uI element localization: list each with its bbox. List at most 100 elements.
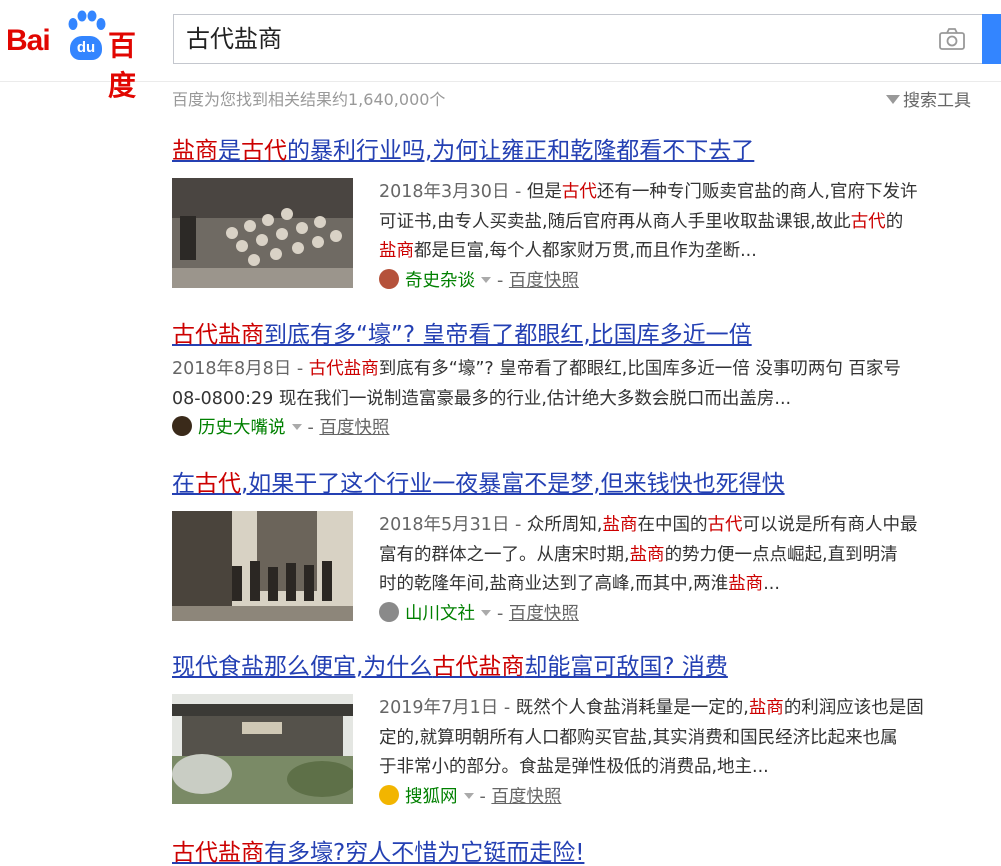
result-title-link[interactable]: 古代盐商到底有多“壕”? 皇帝看了都眼红,比国库多近一倍	[172, 320, 972, 350]
text-segment: 定的,就算明朝所有人口都购买官盐,其实消费和国民经济比起来也属	[379, 727, 898, 748]
text-segment: 有多壕?穷人不惜为它铤而走险!	[264, 840, 585, 866]
highlight-keyword: 古代盐商	[172, 322, 264, 348]
result-date: 2019年7月1日 -	[379, 698, 516, 718]
highlight-keyword: 古代	[850, 211, 886, 232]
highlight-keyword: 古代	[707, 515, 743, 535]
snippet-line: 2018年8月8日 - 古代盐商到底有多“壕”? 皇帝看了都眼红,比国库多近一倍…	[172, 355, 972, 385]
highlight-keyword: 古代	[195, 471, 241, 497]
text-segment: 在	[172, 471, 195, 497]
text-segment: 时的乾隆年间,盐商业达到了高峰,而其中,两淮	[379, 574, 729, 594]
logo-bai-text: Bai	[6, 24, 51, 57]
result-date: 2018年5月31日 -	[379, 515, 527, 535]
text-segment: 还有一种专门贩卖官盐的商人,官府下发许	[596, 182, 918, 202]
snippet-line: 时的乾隆年间,盐商业达到了高峰,而其中,两淮盐商...	[379, 570, 972, 600]
result-thumbnail[interactable]	[172, 694, 353, 804]
result-body: 2018年5月31日 - 众所周知,盐商在中国的古代可以说是所有商人中最 富有的群…	[172, 511, 972, 628]
text-segment: 但是	[526, 182, 562, 202]
result-source: 历史大嘴说 - 百度快照	[172, 414, 972, 442]
text-segment: 众所周知,	[526, 515, 603, 535]
snippet-line: 2018年5月31日 - 众所周知,盐商在中国的古代可以说是所有商人中最	[379, 511, 972, 541]
result-item: 古代盐商到底有多“壕”? 皇帝看了都眼红,比国库多近一倍 2018年8月8日 -…	[172, 320, 972, 442]
text-segment: ,如果干了这个行业一夜暴富不是梦,但来钱快也死得快	[241, 471, 785, 497]
site-favicon-icon	[379, 268, 399, 289]
result-thumbnail[interactable]	[172, 178, 353, 288]
baidu-logo[interactable]: Bai du 百度	[6, 10, 162, 102]
chevron-down-icon[interactable]	[291, 424, 302, 430]
snippet-line: 2019年7月1日 - 既然个人食盐消耗量是一定的,盐商的利润应该也是固	[379, 694, 972, 724]
snippet-line: 盐商都是巨富,每个人都家财万贯,而且作为垄断...	[379, 237, 972, 267]
result-thumbnail[interactable]	[172, 511, 353, 621]
site-favicon-icon	[379, 601, 399, 622]
result-snippet: 2019年7月1日 - 既然个人食盐消耗量是一定的,盐商的利润应该也是固定的,就…	[379, 694, 972, 783]
highlight-keyword: 盐商	[602, 515, 638, 535]
text-segment: 的暴利行业吗,为何让雍正和乾隆都看不下去了	[287, 138, 755, 164]
result-title-link[interactable]: 在古代,如果干了这个行业一夜暴富不是梦,但来钱快也死得快	[172, 469, 972, 499]
highlight-keyword: 盐商	[629, 544, 665, 565]
text-segment: 的利润应该也是固	[783, 698, 924, 718]
result-title-link[interactable]: 古代盐商有多壕?穷人不惜为它铤而走险!	[172, 838, 972, 866]
result-count: 百度为您找到相关结果约1,640,000个	[172, 90, 446, 109]
source-site[interactable]: 山川文社	[405, 604, 475, 624]
funnel-icon	[886, 95, 900, 104]
highlight-keyword: 古代	[561, 182, 597, 202]
result-date: 2018年3月30日 -	[379, 182, 527, 202]
search-box	[173, 14, 982, 64]
result-snippet: 2018年5月31日 - 众所周知,盐商在中国的古代可以说是所有商人中最 富有的群…	[379, 511, 972, 600]
text-segment: 是	[218, 138, 241, 164]
text-segment: 可以说是所有商人中最	[742, 515, 918, 535]
highlight-keyword: 盐商	[172, 138, 218, 164]
result-snippet: 2018年3月30日 - 但是古代还有一种专门贩卖官盐的商人,官府下发许 可证书,…	[379, 178, 972, 267]
highlight-keyword: 盐商	[379, 241, 414, 261]
snippet-line: 于非常小的部分。食盐是弹性极低的消费品,地主...	[379, 753, 972, 783]
source-site[interactable]: 搜狐网	[405, 787, 458, 807]
chevron-down-icon[interactable]	[481, 276, 491, 283]
text-segment: 都是巨富,每个人都家财万贯,而且作为垄断...	[414, 241, 757, 261]
text-segment: 到底有多“壕”? 皇帝看了都眼红,比国库多近一倍	[264, 322, 752, 348]
result-source: 山川文社 - 百度快照	[379, 600, 972, 628]
highlight-keyword: 古代	[241, 138, 287, 164]
cache-link[interactable]: 百度快照	[509, 271, 579, 291]
result-source: 搜狐网 - 百度快照	[379, 783, 972, 811]
text-segment: 于非常小的部分。食盐是弹性极低的消费品,地主...	[379, 757, 769, 777]
result-body: 2019年7月1日 - 既然个人食盐消耗量是一定的,盐商的利润应该也是固定的,就…	[172, 694, 972, 811]
highlight-keyword: 盐商	[748, 698, 784, 718]
camera-icon[interactable]	[938, 27, 966, 51]
text-segment: 在中国的	[637, 515, 708, 535]
chevron-down-icon[interactable]	[481, 609, 491, 616]
source-site[interactable]: 奇史杂谈	[405, 271, 475, 291]
text-segment: 可证书,由专人买卖盐,随后官府再从商人手里收取盐课银,故此	[379, 211, 851, 232]
result-item: 盐商是古代的暴利行业吗,为何让雍正和乾隆都看不下去了 2018年3月30日 - …	[172, 136, 972, 295]
snippet-line: 富有的群体之一了。从唐宋时期,盐商的势力便一点点崛起,直到明清	[379, 541, 972, 571]
result-item: 古代盐商有多壕?穷人不惜为它铤而走险!	[172, 838, 972, 866]
text-segment: 的	[885, 211, 904, 232]
cache-link[interactable]: 百度快照	[491, 787, 561, 807]
site-favicon-icon	[379, 784, 399, 805]
search-tools-button[interactable]: 搜索工具	[886, 86, 971, 111]
search-input[interactable]	[186, 15, 886, 63]
result-title-link[interactable]: 现代食盐那么便宜,为什么古代盐商却能富可敌国? 消费	[172, 652, 972, 682]
result-body: 2018年3月30日 - 但是古代还有一种专门贩卖官盐的商人,官府下发许 可证书,…	[172, 178, 972, 295]
search-tools-label: 搜索工具	[903, 91, 971, 111]
highlight-keyword: 古代盐商	[432, 654, 525, 680]
highlight-keyword: 古代盐商	[308, 359, 379, 379]
chevron-down-icon[interactable]	[463, 792, 474, 799]
search-button[interactable]	[982, 14, 1001, 64]
result-title-link[interactable]: 盐商是古代的暴利行业吗,为何让雍正和乾隆都看不下去了	[172, 136, 972, 166]
result-date: 2018年8月8日 -	[172, 359, 309, 379]
result-source: 奇史杂谈 - 百度快照	[379, 267, 972, 295]
result-item: 现代食盐那么便宜,为什么古代盐商却能富可敌国? 消费 2019年7月1日 - 既…	[172, 652, 972, 811]
text-segment: 到底有多“壕”? 皇帝看了都眼红,比国库多近一倍 没事叨两句 百家号	[378, 359, 901, 379]
cache-link[interactable]: 百度快照	[509, 604, 579, 624]
snippet-line: 2018年3月30日 - 但是古代还有一种专门贩卖官盐的商人,官府下发许	[379, 178, 972, 208]
text-segment: 的势力便一点点崛起,直到明清	[664, 544, 898, 565]
source-site[interactable]: 历史大嘴说	[198, 418, 286, 438]
text-segment: 既然个人食盐消耗量是一定的,	[515, 698, 749, 718]
logo-cn-text: 百度	[108, 29, 137, 102]
cache-link[interactable]: 百度快照	[319, 418, 389, 438]
snippet-line: 08-0800:29 现在我们一说制造富豪最多的行业,估计绝大多数会脱口而出盖房…	[172, 385, 972, 415]
result-body: 2018年8月8日 - 古代盐商到底有多“壕”? 皇帝看了都眼红,比国库多近一倍…	[172, 355, 972, 442]
result-snippet: 2018年8月8日 - 古代盐商到底有多“壕”? 皇帝看了都眼红,比国库多近一倍…	[172, 355, 972, 414]
text-segment: 却能富可敌国? 消费	[524, 654, 728, 680]
site-favicon-icon	[172, 416, 192, 436]
header: Bai du 百度	[0, 0, 1001, 102]
